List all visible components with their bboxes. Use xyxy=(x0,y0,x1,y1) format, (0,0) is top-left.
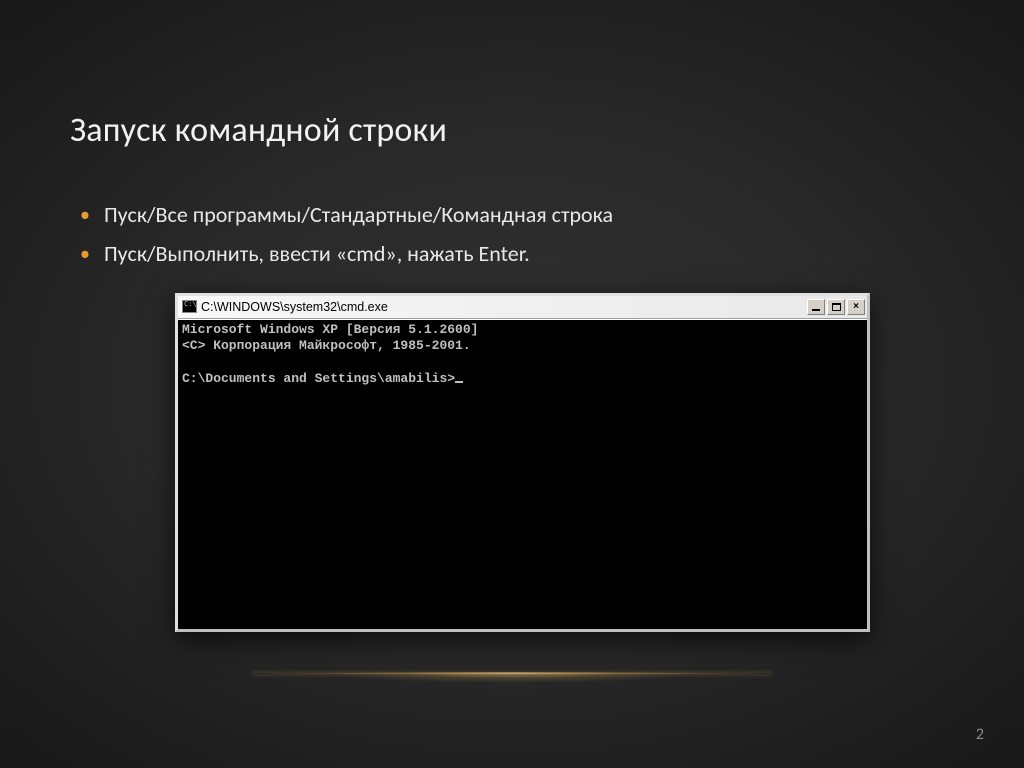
window-titlebar[interactable]: C:\WINDOWS\system32\cmd.exe × xyxy=(178,296,867,319)
window-title-text: C:\WINDOWS\system32\cmd.exe xyxy=(201,300,807,314)
close-button[interactable]: × xyxy=(847,299,865,315)
minimize-button[interactable] xyxy=(807,299,825,315)
window-controls: × xyxy=(807,299,865,315)
terminal-line: Microsoft Windows XP [Версия 5.1.2600] xyxy=(182,322,478,337)
maximize-button[interactable] xyxy=(827,299,845,315)
slide-content: Запуск командной строки Пуск/Все програм… xyxy=(0,0,1024,632)
slide-title: Запуск командной строки xyxy=(70,110,954,151)
bullet-item: Пуск/Выполнить, ввести «cmd», нажать Ent… xyxy=(70,235,954,272)
cmd-window: C:\WINDOWS\system32\cmd.exe × Microsoft … xyxy=(175,293,870,632)
terminal-output[interactable]: Microsoft Windows XP [Версия 5.1.2600] <… xyxy=(178,319,867,629)
terminal-line: <C> Корпорация Майкрософт, 1985-2001. xyxy=(182,338,471,353)
terminal-prompt: C:\Documents and Settings\amabilis> xyxy=(182,371,455,386)
decorative-line xyxy=(252,673,772,674)
page-number: 2 xyxy=(976,725,984,744)
cmd-icon xyxy=(182,300,197,313)
cursor xyxy=(455,381,463,383)
bullet-item: Пуск/Все программы/Стандартные/Командная… xyxy=(70,196,954,233)
bullet-list: Пуск/Все программы/Стандартные/Командная… xyxy=(70,196,954,273)
decorative-glow xyxy=(247,672,777,688)
